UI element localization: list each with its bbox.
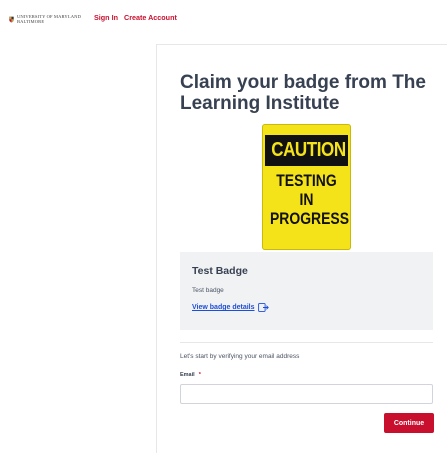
- badge-image: CAUTION TESTING IN PROGRESS: [262, 124, 351, 250]
- badge-image-header: CAUTION: [265, 135, 348, 166]
- section-divider: [180, 342, 433, 343]
- university-seal-icon: [9, 16, 14, 23]
- create-account-link[interactable]: Create Account: [124, 13, 177, 22]
- external-link-icon: [257, 303, 269, 312]
- verify-email-prompt: Let's start by verifying your email addr…: [180, 353, 300, 360]
- badge-description: Test badge: [192, 287, 224, 294]
- badge-info-panel: Test Badge Test badge View badge details: [180, 252, 433, 330]
- badge-image-line: TESTING: [276, 171, 337, 190]
- email-label-text: Email: [180, 372, 195, 378]
- badge-image-body: TESTING IN PROGRESS: [270, 171, 350, 228]
- badge-image-line: IN: [299, 190, 314, 209]
- site-header: University of Maryland Baltimore Sign In…: [0, 0, 447, 36]
- badge-image-line: PROGRESS: [270, 209, 350, 228]
- page: University of Maryland Baltimore Sign In…: [0, 0, 447, 453]
- badge-name: Test Badge: [192, 265, 248, 277]
- sign-in-link[interactable]: Sign In: [94, 13, 118, 22]
- required-mark: *: [198, 372, 201, 378]
- continue-button[interactable]: Continue: [384, 413, 434, 433]
- university-logo[interactable]: University of Maryland Baltimore: [9, 10, 81, 28]
- view-badge-details-link[interactable]: View badge details: [192, 303, 269, 312]
- logo-text: University of Maryland Baltimore: [17, 14, 81, 24]
- email-label: Email *: [180, 372, 201, 378]
- badge-image-header-text: CAUTION: [271, 139, 346, 161]
- page-title: Claim your badge from The Learning Insti…: [180, 72, 426, 114]
- logo-text-line2: Baltimore: [16, 19, 45, 24]
- view-badge-details-label: View badge details: [192, 304, 255, 311]
- claim-card: Claim your badge from The Learning Insti…: [156, 44, 447, 453]
- email-input[interactable]: [180, 384, 433, 404]
